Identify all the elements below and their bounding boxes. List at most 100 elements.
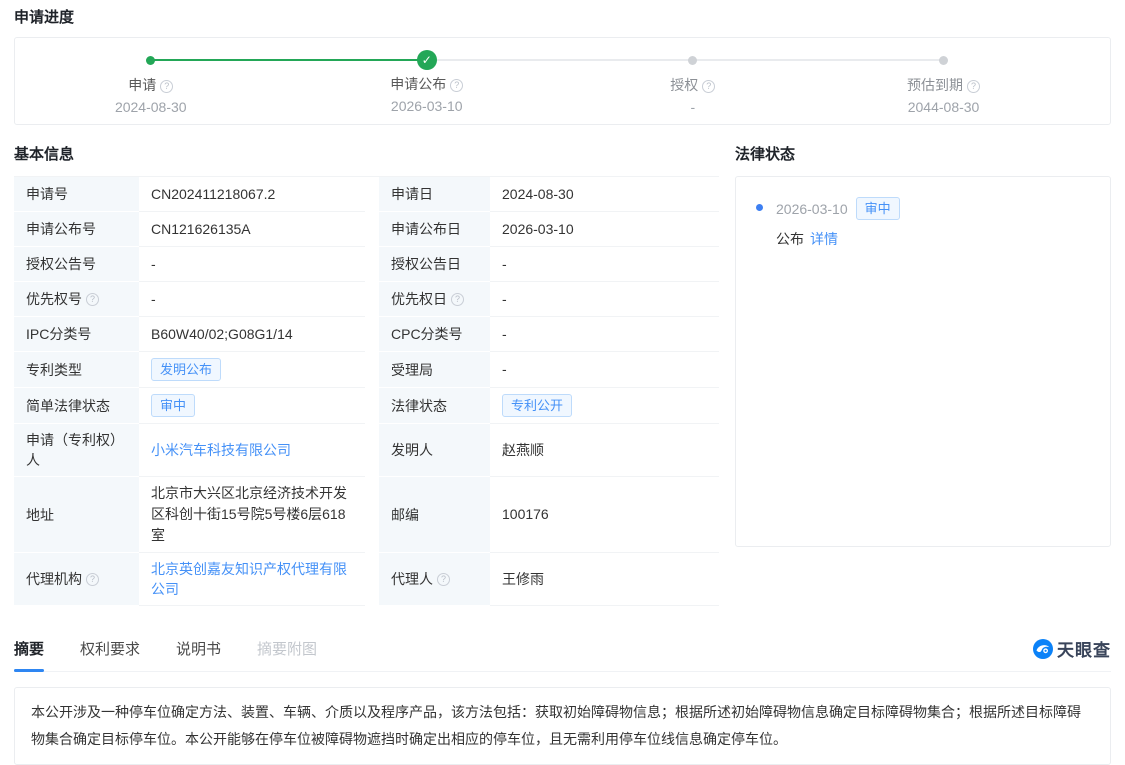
column-gap [365,282,379,317]
field-r8c1-link[interactable]: 小米汽车科技有限公司 [151,440,291,460]
field-label: 专利类型 [14,352,139,388]
field-label: 申请号 [14,177,139,212]
timeline-step-1: 申请?2024-08-30 [71,50,231,115]
progress-timeline: 申请?2024-08-30✓申请公布?2026-03-10授权?-预估到期?20… [14,37,1111,125]
help-icon[interactable]: ? [437,573,450,586]
field-label: 优先权日? [379,282,490,317]
timeline-step-4: 预估到期? 2044-08-30 [864,50,1024,115]
tab-摘要[interactable]: 摘要 [14,632,44,671]
field-r3c1-value: - [151,254,156,275]
field-label: 申请日 [379,177,490,212]
field-r10c1-link[interactable]: 北京英创嘉友知识产权代理有限公司 [151,559,353,599]
field-value-cell: - [139,247,365,282]
table-row: 申请公布号 CN121626135A 申请公布日 2026-03-10 [14,212,719,247]
column-gap [365,388,379,424]
field-value-cell: 审中 [139,388,365,424]
patent-detail-page: 申请进度 申请?2024-08-30✓申请公布?2026-03-10授权?-预估… [0,0,1125,765]
field-label: 申请（专利权）人 [14,424,139,477]
field-label: 申请公布号 [14,212,139,247]
basic-info-table: 申请号CN202411218067.2申请日2024-08-30申请公布号CN1… [14,176,719,606]
step-label: 授权? [613,76,773,94]
brand-watermark: 天眼查 [1033,636,1111,671]
field-label: 授权公告日 [379,247,490,282]
field-value-cell: - [490,317,719,352]
help-icon[interactable]: ? [160,80,173,93]
document-section: 摘要权利要求说明书摘要附图 天眼查 本公开涉及一种停车位确定方法、装置、车辆、介… [14,632,1111,765]
legal-detail-link[interactable]: 详情 [810,231,838,247]
field-r2c1-value: CN121626135A [151,219,251,240]
field-r9c1-value: 北京市大兴区北京经济技术开发区科创十街15号院5号楼6层618室 [151,483,353,546]
help-icon[interactable]: ? [967,80,980,93]
field-label: 代理人? [379,553,490,606]
step-date: 2026-03-10 [347,98,507,114]
field-r9c2-value: 100176 [502,504,549,525]
field-r4c1-value: - [151,289,156,310]
field-value-cell: 发明公布 [139,352,365,388]
field-r5c2-value: - [502,324,507,345]
field-value-cell: - [490,282,719,317]
basic-info-title: 基本信息 [14,143,719,164]
help-icon[interactable]: ? [86,293,99,306]
field-value-cell: 小米汽车科技有限公司 [139,424,365,477]
step-dot-icon [939,56,948,65]
column-gap [365,553,379,606]
legal-status-tag[interactable]: 审中 [856,197,900,220]
table-row: 优先权号?-优先权日?- [14,282,719,317]
help-icon[interactable]: ? [450,79,463,92]
column-gap [365,212,379,247]
field-value-cell: 专利公开 [490,388,719,424]
help-icon[interactable]: ? [451,293,464,306]
table-row: 代理机构? 北京英创嘉友知识产权代理有限公司代理人? 王修雨 [14,553,719,606]
field-value-cell: - [139,282,365,317]
field-label: 简单法律状态 [14,388,139,424]
field-r5c1-value: B60W40/02;G08G1/14 [151,324,293,345]
step-date: 2044-08-30 [864,99,1024,115]
field-value-cell: - [490,247,719,282]
field-r6c1-tag[interactable]: 发明公布 [151,358,221,381]
field-r8c2-value: 赵燕顺 [502,440,544,461]
table-row: 简单法律状态审中 法律状态专利公开 [14,388,719,424]
help-icon[interactable]: ? [86,573,99,586]
field-label: 发明人 [379,424,490,477]
column-gap [365,177,379,212]
step-check-icon: ✓ [417,50,437,70]
field-r7c1-tag[interactable]: 审中 [151,394,195,417]
field-label: 代理机构? [14,553,139,606]
field-label: 授权公告号 [14,247,139,282]
progress-section-title: 申请进度 [14,6,1111,27]
brand-name: 天眼查 [1057,636,1111,661]
field-r7c2-tag[interactable]: 专利公开 [502,394,572,417]
tianyancha-logo-icon [1033,639,1053,659]
table-row: 授权公告号-授权公告日- [14,247,719,282]
column-gap [365,317,379,352]
field-value-cell: - [490,352,719,388]
timeline-step-3: 授权? - [613,50,773,115]
field-r3c2-value: - [502,254,507,275]
tab-权利要求[interactable]: 权利要求 [80,632,140,671]
step-dot-icon [688,56,697,65]
field-label: 法律状态 [379,388,490,424]
legal-status-panel: 2026-03-10 审中公布详情 [735,176,1111,547]
field-r10c2-value: 王修雨 [502,569,544,590]
legal-event-text: 公布 [776,231,804,247]
field-value-cell: CN202411218067.2 [139,177,365,212]
field-value-cell: 100176 [490,477,719,553]
bullet-dot-icon [756,204,763,211]
field-label: 申请公布日 [379,212,490,247]
field-r2c2-value: 2026-03-10 [502,219,574,240]
timeline-step-2: ✓申请公布?2026-03-10 [347,50,507,114]
abstract-text: 本公开涉及一种停车位确定方法、装置、车辆、介质以及程序产品，该方法包括：获取初始… [14,687,1111,765]
step-date: - [613,99,773,115]
legal-date: 2026-03-10 [776,201,848,217]
table-row: 申请（专利权）人小米汽车科技有限公司 发明人赵燕顺 [14,424,719,477]
column-gap [365,247,379,282]
tab-说明书[interactable]: 说明书 [176,632,221,671]
table-row: 专利类型发明公布受理局- [14,352,719,388]
field-r6c2-value: - [502,359,507,380]
legal-status-title: 法律状态 [735,143,1111,164]
step-dot-icon [146,56,155,65]
step-label: 预估到期? [864,76,1024,94]
tab-bar: 摘要权利要求说明书摘要附图 天眼查 [14,632,1111,672]
help-icon[interactable]: ? [702,80,715,93]
field-value-cell: 王修雨 [490,553,719,606]
